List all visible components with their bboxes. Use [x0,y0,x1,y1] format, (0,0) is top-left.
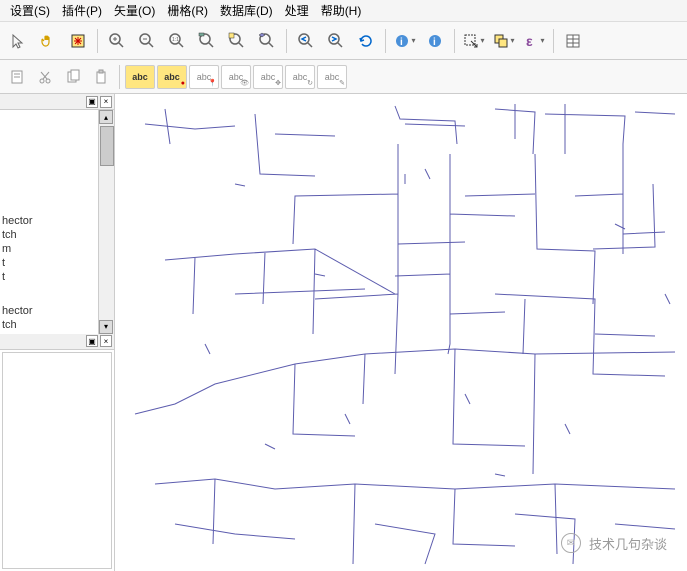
label-pin-icon[interactable]: abc📍 [189,65,219,89]
watermark-text: 技术几句杂谈 [589,534,667,553]
menu-raster[interactable]: 栅格(R) [161,0,214,21]
label-show-icon[interactable]: abc👁 [221,65,251,89]
main-area: ▣ × hector tch m t t hector tch ▴ ▾ ▣ × [0,94,687,571]
attribute-table-icon[interactable] [559,27,587,55]
menu-help[interactable]: 帮助(H) [315,0,368,21]
watermark: ✉ 技术几句杂谈 [561,533,667,553]
pan-selection-icon[interactable] [64,27,92,55]
panel-dock-icon[interactable]: ▣ [86,96,98,108]
layers-scrollbar[interactable]: ▴ ▾ [98,110,114,334]
label-change-icon[interactable]: abc✎ [317,65,347,89]
layers-tree[interactable]: hector tch m t t hector tch ▴ ▾ [0,110,114,334]
panel-close-icon[interactable]: × [100,96,112,108]
label-layer-icon[interactable]: abc [125,65,155,89]
pan-tool-icon[interactable] [34,27,62,55]
map-canvas[interactable]: ✉ 技术几句杂谈 [115,94,687,571]
zoom-native-icon[interactable]: 1:1 [163,27,191,55]
toolbar-separator [97,29,98,53]
scroll-down-icon[interactable]: ▾ [99,320,113,334]
menu-processing[interactable]: 处理 [279,0,315,21]
layer-item[interactable]: hector [2,214,112,228]
scroll-up-icon[interactable]: ▴ [99,110,113,124]
select-features-icon[interactable] [460,27,488,55]
menu-vector[interactable]: 矢量(O) [108,0,161,21]
scroll-thumb[interactable] [100,126,114,166]
zoom-out-icon[interactable] [133,27,161,55]
zoom-layer-icon[interactable] [253,27,281,55]
toolbar-separator [454,29,455,53]
layer-item[interactable]: tch [2,318,112,332]
main-toolbar: 1:1 i i ε [0,22,687,60]
toolbar-separator [119,65,120,89]
menubar: 设置(S) 插件(P) 矢量(O) 栅格(R) 数据库(D) 处理 帮助(H) [0,0,687,22]
panel-close-icon[interactable]: × [100,335,112,347]
edit-icon[interactable] [4,64,30,90]
menu-plugins[interactable]: 插件(P) [56,0,108,21]
svg-text:1:1: 1:1 [172,37,179,43]
pointer-tool-icon[interactable] [4,27,32,55]
paste-icon[interactable] [88,64,114,90]
toolbar-separator [385,29,386,53]
layer-item[interactable]: tch [2,228,112,242]
expression-select-icon[interactable]: ε [520,27,548,55]
panel-dock-icon[interactable]: ▣ [86,335,98,347]
zoom-selection-icon[interactable] [223,27,251,55]
label-toolbar: abc abc● abc📍 abc👁 abc✥ abc↻ abc✎ [0,60,687,94]
browser-panel[interactable] [2,352,112,570]
wechat-icon: ✉ [561,533,581,553]
svg-text:i: i [433,37,436,48]
deselect-icon[interactable] [490,27,518,55]
zoom-full-icon[interactable] [193,27,221,55]
zoom-next-icon[interactable] [322,27,350,55]
zoom-last-icon[interactable] [292,27,320,55]
toolbar-separator [286,29,287,53]
zoom-in-icon[interactable] [103,27,131,55]
copy-icon[interactable] [60,64,86,90]
toolbar-separator [553,29,554,53]
layer-item[interactable]: m [2,242,112,256]
svg-text:i: i [400,37,403,48]
layer-item[interactable]: t [2,256,112,270]
layers-panel-header: ▣ × [0,94,114,110]
identify2-icon[interactable]: i [421,27,449,55]
refresh-icon[interactable] [352,27,380,55]
label-rotate-icon[interactable]: abc↻ [285,65,315,89]
left-panel: ▣ × hector tch m t t hector tch ▴ ▾ ▣ × [0,94,115,571]
browser-panel-header: ▣ × [0,334,114,350]
menu-database[interactable]: 数据库(D) [214,0,279,21]
layer-item[interactable]: hector [2,304,112,318]
identify-icon[interactable]: i [391,27,419,55]
svg-text:ε: ε [526,33,533,49]
layer-item[interactable]: t [2,270,112,284]
menu-settings[interactable]: 设置(S) [4,0,56,21]
label-diagram-icon[interactable]: abc● [157,65,187,89]
label-move-icon[interactable]: abc✥ [253,65,283,89]
cut-icon[interactable] [32,64,58,90]
